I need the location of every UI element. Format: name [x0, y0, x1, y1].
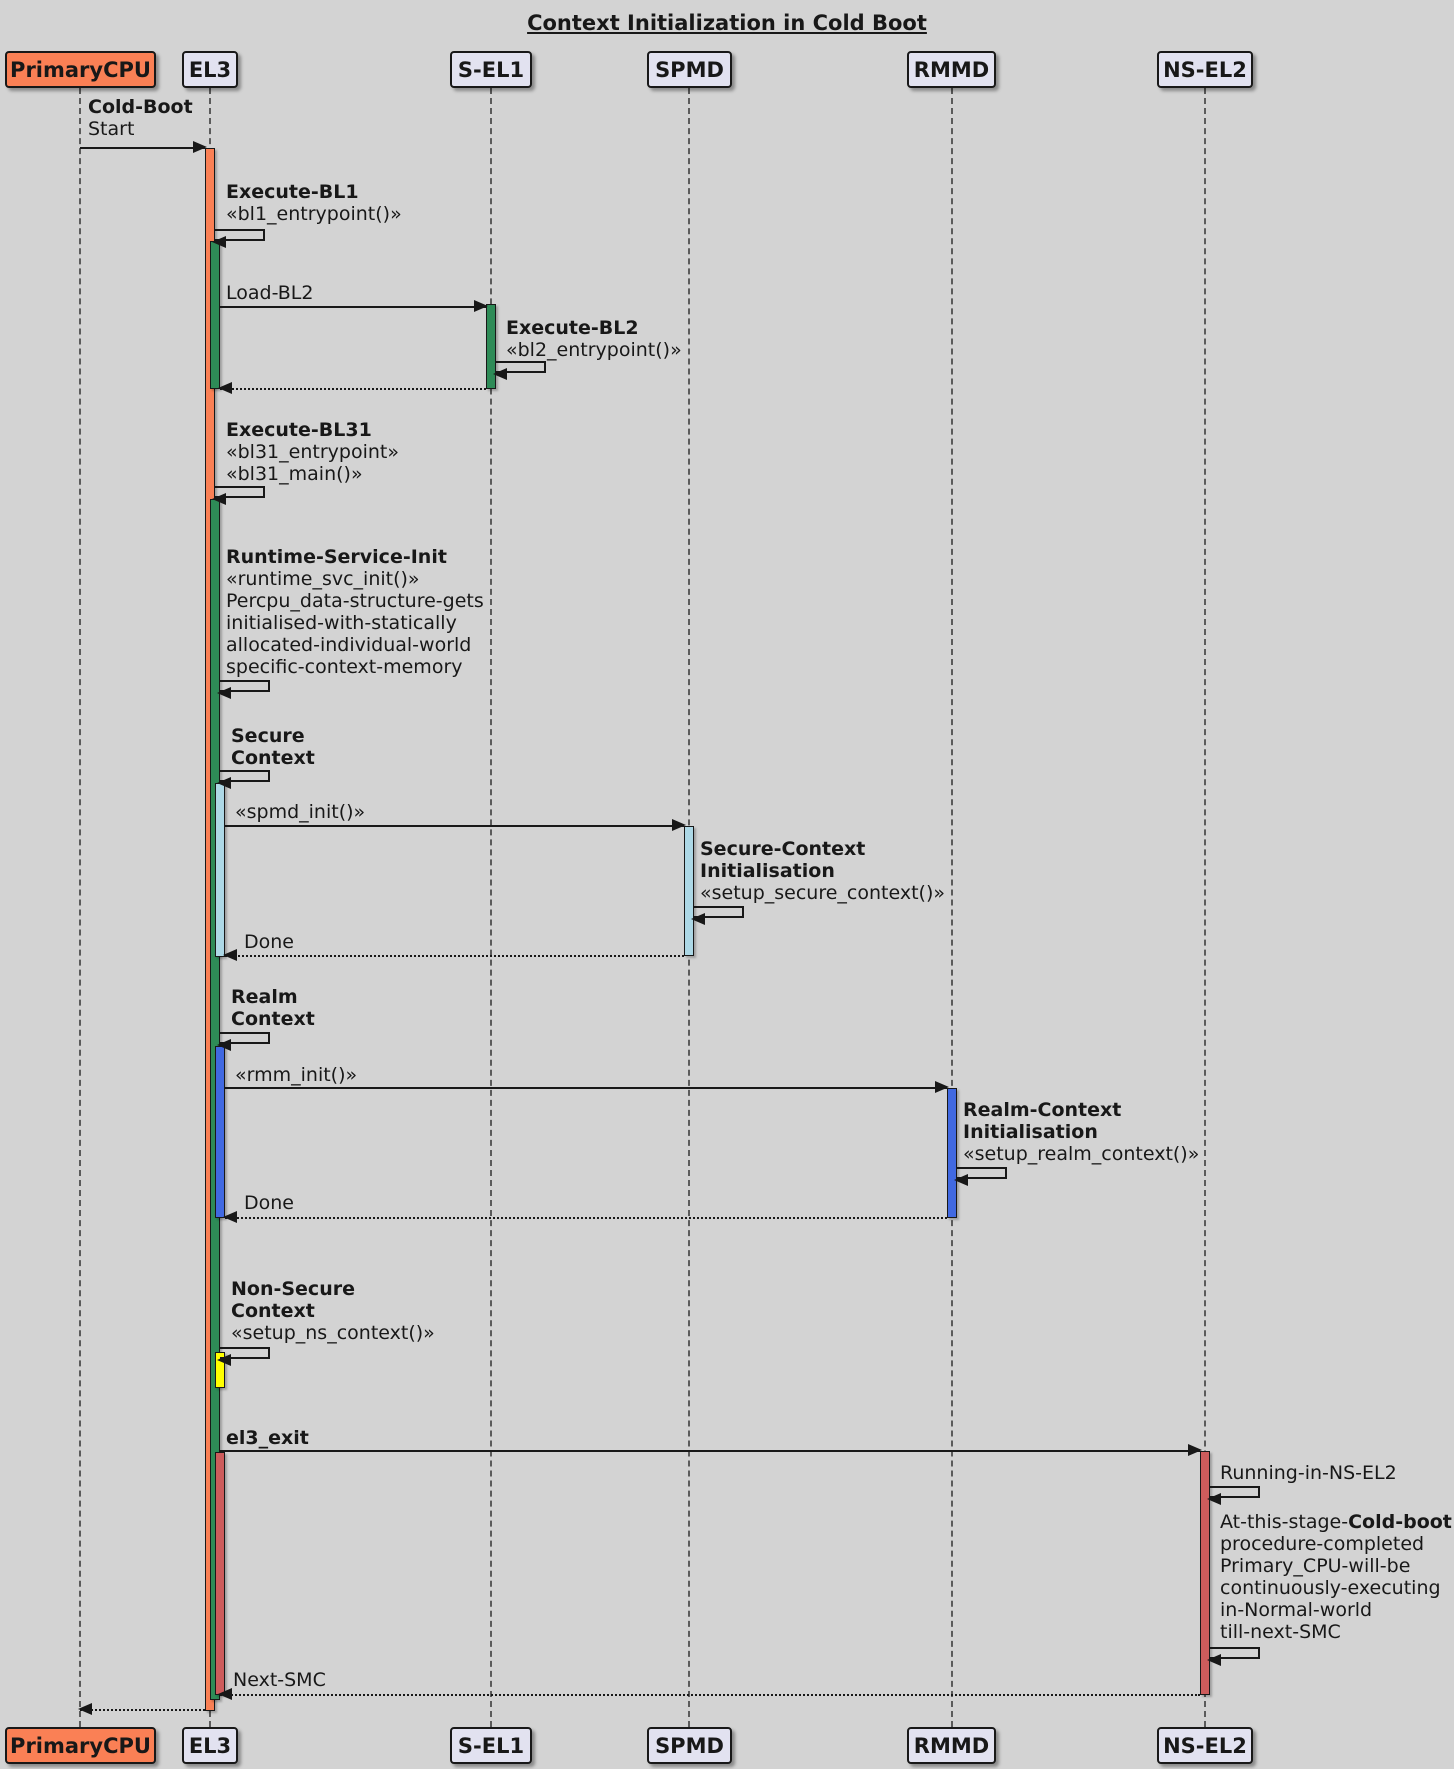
activation-el3-secure-context — [215, 783, 225, 957]
arrow-done-rmmd — [225, 1217, 947, 1219]
label-done-spmd: Done — [244, 931, 294, 953]
arrow-return-primarycpu — [80, 1709, 205, 1711]
label-runtime-service-init: Runtime-Service-Init «runtime_svc_init()… — [226, 546, 484, 678]
label-secure-context-init: Secure-Context Initialisation «setup_sec… — [700, 838, 945, 904]
arrow-cold-boot-start — [80, 147, 205, 149]
participant-s-el1-top: S-EL1 — [450, 51, 532, 88]
arrow-rmm-init — [225, 1087, 947, 1089]
label-el3-exit: el3_exit — [226, 1427, 309, 1449]
arrow-load-bl2 — [220, 306, 486, 308]
label-execute-bl31: Execute-BL31 «bl31_entrypoint» «bl31_mai… — [226, 419, 399, 485]
label-running-ns-el2: Running-in-NS-EL2 — [1220, 1462, 1397, 1484]
arrow-el3-exit — [220, 1450, 1200, 1452]
participant-el3-bottom: EL3 — [182, 1727, 238, 1764]
label-cold-boot-start: Cold-Boot Start — [88, 96, 193, 140]
activation-el3-bl1 — [210, 241, 220, 389]
participant-rmmd-top: RMMD — [907, 51, 996, 88]
participant-primarycpu-top: PrimaryCPU — [5, 51, 156, 88]
participant-el3-top: EL3 — [182, 51, 238, 88]
label-realm-context: Realm Context — [231, 986, 315, 1030]
label-ns-context: Non-Secure Context «setup_ns_context()» — [231, 1278, 435, 1344]
selfcall-secure-context-init — [694, 906, 744, 918]
label-execute-bl1: Execute-BL1 «bl1_entrypoint()» — [226, 181, 402, 225]
selfcall-till-next-smc — [1210, 1647, 1260, 1659]
arrow-spmd-init — [225, 825, 684, 827]
selfcall-execute-bl31 — [215, 486, 265, 498]
activation-el3-exit — [215, 1452, 225, 1695]
label-realm-context-init: Realm-Context Initialisation «setup_real… — [963, 1099, 1199, 1165]
selfcall-ns-context — [220, 1347, 270, 1359]
participant-primarycpu-bottom: PrimaryCPU — [5, 1727, 156, 1764]
label-secure-context: Secure Context — [231, 725, 315, 769]
participant-rmmd-bottom: RMMD — [907, 1727, 996, 1764]
participant-spmd-bottom: SPMD — [647, 1727, 732, 1764]
label-cold-boot-note: At-this-stage-Cold-boot procedure-comple… — [1220, 1511, 1452, 1643]
label-load-bl2: Load-BL2 — [226, 282, 313, 304]
selfcall-realm-context — [220, 1032, 270, 1044]
selfcall-runtime-service-init — [220, 680, 270, 692]
participant-ns-el2-top: NS-EL2 — [1157, 51, 1253, 88]
activation-el3-realm-context — [215, 1046, 225, 1218]
label-rmm-init: «rmm_init()» — [235, 1064, 357, 1086]
selfcall-execute-bl2 — [496, 361, 546, 373]
activation-spmd-init — [684, 826, 694, 956]
diagram-title: Context Initialization in Cold Boot — [0, 11, 1454, 35]
arrow-done-spmd — [225, 955, 684, 957]
selfcall-running-ns-el2 — [1210, 1486, 1260, 1498]
selfcall-execute-bl1 — [215, 229, 265, 241]
sequence-diagram: Context Initialization in Cold Boot Prim… — [0, 0, 1454, 1769]
lifeline-rmmd — [951, 88, 953, 1727]
lifeline-primarycpu — [79, 88, 81, 1727]
participant-ns-el2-bottom: NS-EL2 — [1157, 1727, 1253, 1764]
label-spmd-init: «spmd_init()» — [235, 801, 365, 823]
label-next-smc: Next-SMC — [233, 1669, 326, 1691]
arrow-return-s-el1 — [220, 388, 486, 390]
activation-rmmd-init — [947, 1088, 957, 1218]
label-done-rmmd: Done — [244, 1192, 294, 1214]
selfcall-secure-context — [220, 770, 270, 782]
participant-spmd-top: SPMD — [647, 51, 732, 88]
selfcall-realm-context-init — [957, 1167, 1007, 1179]
arrow-next-smc — [220, 1694, 1200, 1696]
participant-s-el1-bottom: S-EL1 — [450, 1727, 532, 1764]
label-execute-bl2: Execute-BL2 «bl2_entrypoint()» — [506, 317, 682, 361]
